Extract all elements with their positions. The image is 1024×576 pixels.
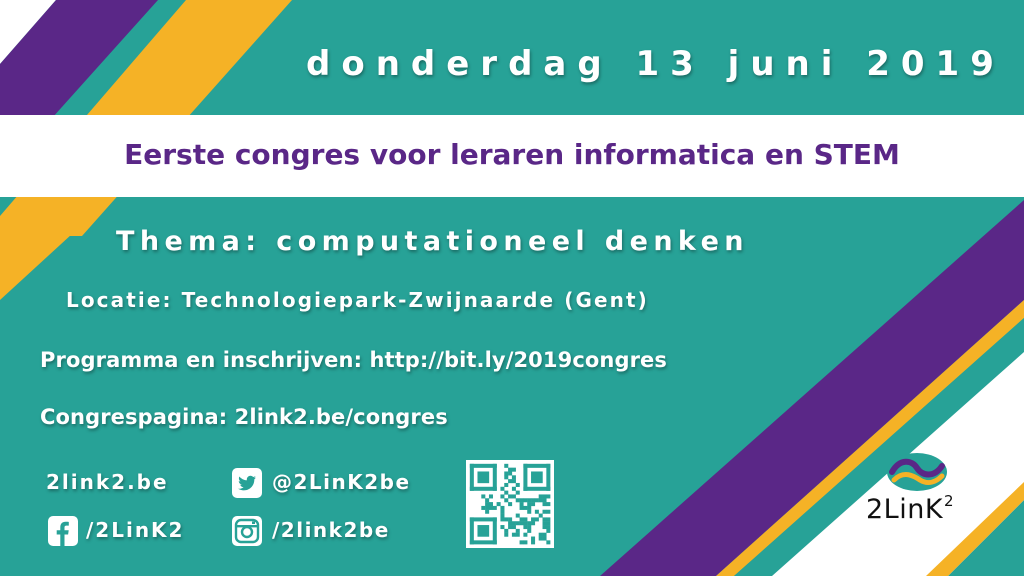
event-theme: Thema: computationeel denken [116, 226, 749, 257]
logo-mark [887, 453, 947, 491]
logo-wordmark: 2LinK2 [866, 492, 954, 525]
instagram-handle[interactable]: /2link2be [272, 518, 390, 542]
event-date: donderdag 13 juni 2019 [306, 44, 1005, 84]
logo-name: 2LinK [866, 494, 944, 525]
logo-superscript: 2 [944, 492, 955, 510]
event-poster: donderdag 13 juni 2019 Eerste congres vo… [0, 0, 1024, 576]
event-title: Eerste congres voor leraren informatica … [124, 138, 900, 171]
facebook-handle[interactable]: /2LinK2 [86, 518, 184, 542]
facebook-icon [48, 516, 78, 546]
twitter-handle[interactable]: @2LinK2be [272, 470, 411, 494]
program-link[interactable]: Programma en inschrijven: http://bit.ly/… [40, 348, 667, 372]
instagram-icon [232, 516, 262, 546]
website-link[interactable]: 2link2.be [46, 470, 169, 494]
twitter-icon [232, 468, 262, 498]
event-location: Locatie: Technologiepark-Zwijnaarde (Gen… [66, 288, 649, 312]
congress-page-link[interactable]: Congrespagina: 2link2.be/congres [40, 405, 448, 429]
qr-code[interactable] [466, 460, 554, 548]
